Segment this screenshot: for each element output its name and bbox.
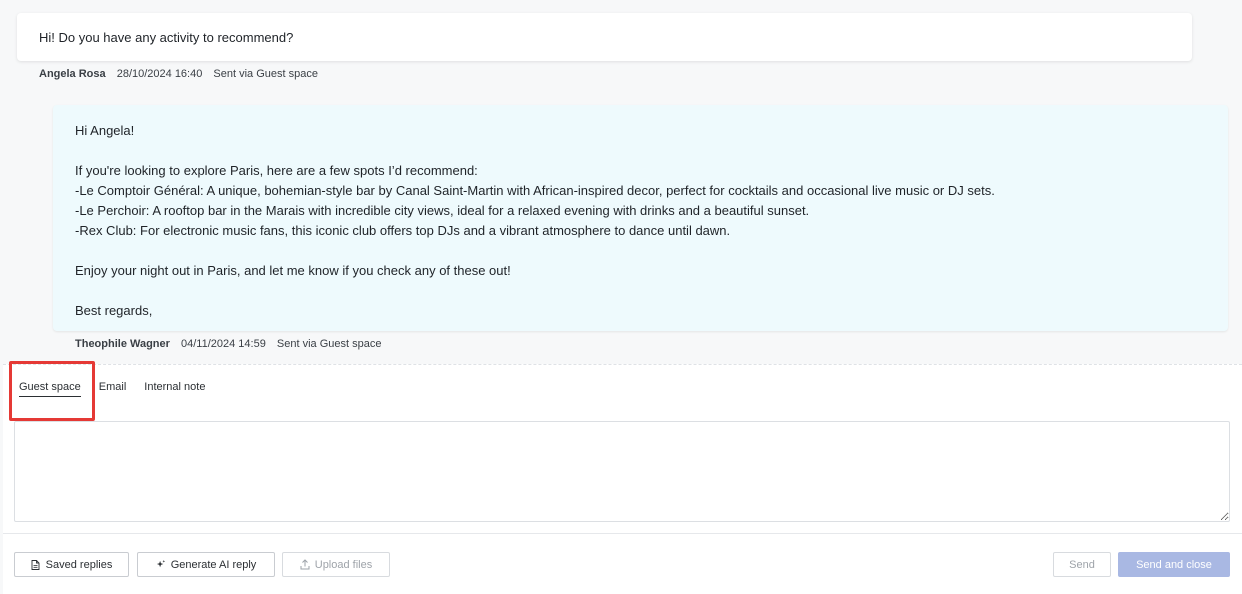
host-message-bubble: Hi Angela! If you're looking to explore … — [53, 105, 1228, 331]
message-author: Theophile Wagner — [75, 338, 170, 350]
reply-composer: Guest space Email Internal note Saved re… — [3, 364, 1242, 594]
generate-ai-reply-button[interactable]: Generate AI reply — [137, 552, 275, 577]
send-and-close-button[interactable]: Send and close — [1118, 552, 1230, 577]
host-message-line: -Rex Club: For electronic music fans, th… — [75, 223, 731, 238]
composer-divider — [3, 533, 1242, 534]
saved-replies-button[interactable]: Saved replies — [14, 552, 129, 577]
send-label: Send — [1069, 558, 1095, 571]
upload-icon — [300, 559, 310, 570]
channel-tabs: Guest space Email Internal note — [19, 381, 223, 397]
guest-message-text: Hi! Do you have any activity to recommen… — [39, 30, 294, 45]
upload-files-label: Upload files — [314, 558, 373, 571]
host-message-line: If you're looking to explore Paris, here… — [75, 163, 478, 178]
reply-textarea[interactable] — [14, 421, 1230, 522]
tab-internal-note[interactable]: Internal note — [144, 381, 205, 397]
message-timestamp: 28/10/2024 16:40 — [116, 68, 203, 80]
message-channel: Sent via Guest space — [276, 338, 382, 350]
host-message-line: -Le Perchoir: A rooftop bar in the Marai… — [75, 203, 810, 218]
message-channel: Sent via Guest space — [213, 68, 318, 80]
saved-replies-label: Saved replies — [45, 558, 113, 571]
host-message-line: Best regards, — [75, 303, 153, 318]
host-message-line: Enjoy your night out in Paris, and let m… — [75, 263, 511, 278]
guest-message-meta: Angela Rosa 28/10/2024 16:40 Sent via Gu… — [39, 68, 318, 80]
host-message-meta: Theophile Wagner 04/11/2024 14:59 Sent v… — [75, 338, 381, 350]
tab-guest-space[interactable]: Guest space — [19, 381, 81, 397]
generate-ai-reply-label: Generate AI reply — [170, 558, 257, 571]
upload-files-button[interactable]: Upload files — [282, 552, 390, 577]
guest-message-bubble: Hi! Do you have any activity to recommen… — [17, 13, 1192, 61]
message-author: Angela Rosa — [39, 68, 106, 80]
message-timestamp: 04/11/2024 14:59 — [181, 338, 266, 350]
host-message-line: -Le Comptoir Général: A unique, bohemian… — [75, 183, 995, 198]
send-and-close-label: Send and close — [1136, 558, 1212, 571]
host-message-line: Hi Angela! — [75, 123, 135, 138]
send-button[interactable]: Send — [1053, 552, 1111, 577]
sparkle-icon — [156, 559, 166, 570]
tab-email[interactable]: Email — [99, 381, 127, 397]
document-icon — [31, 559, 41, 570]
